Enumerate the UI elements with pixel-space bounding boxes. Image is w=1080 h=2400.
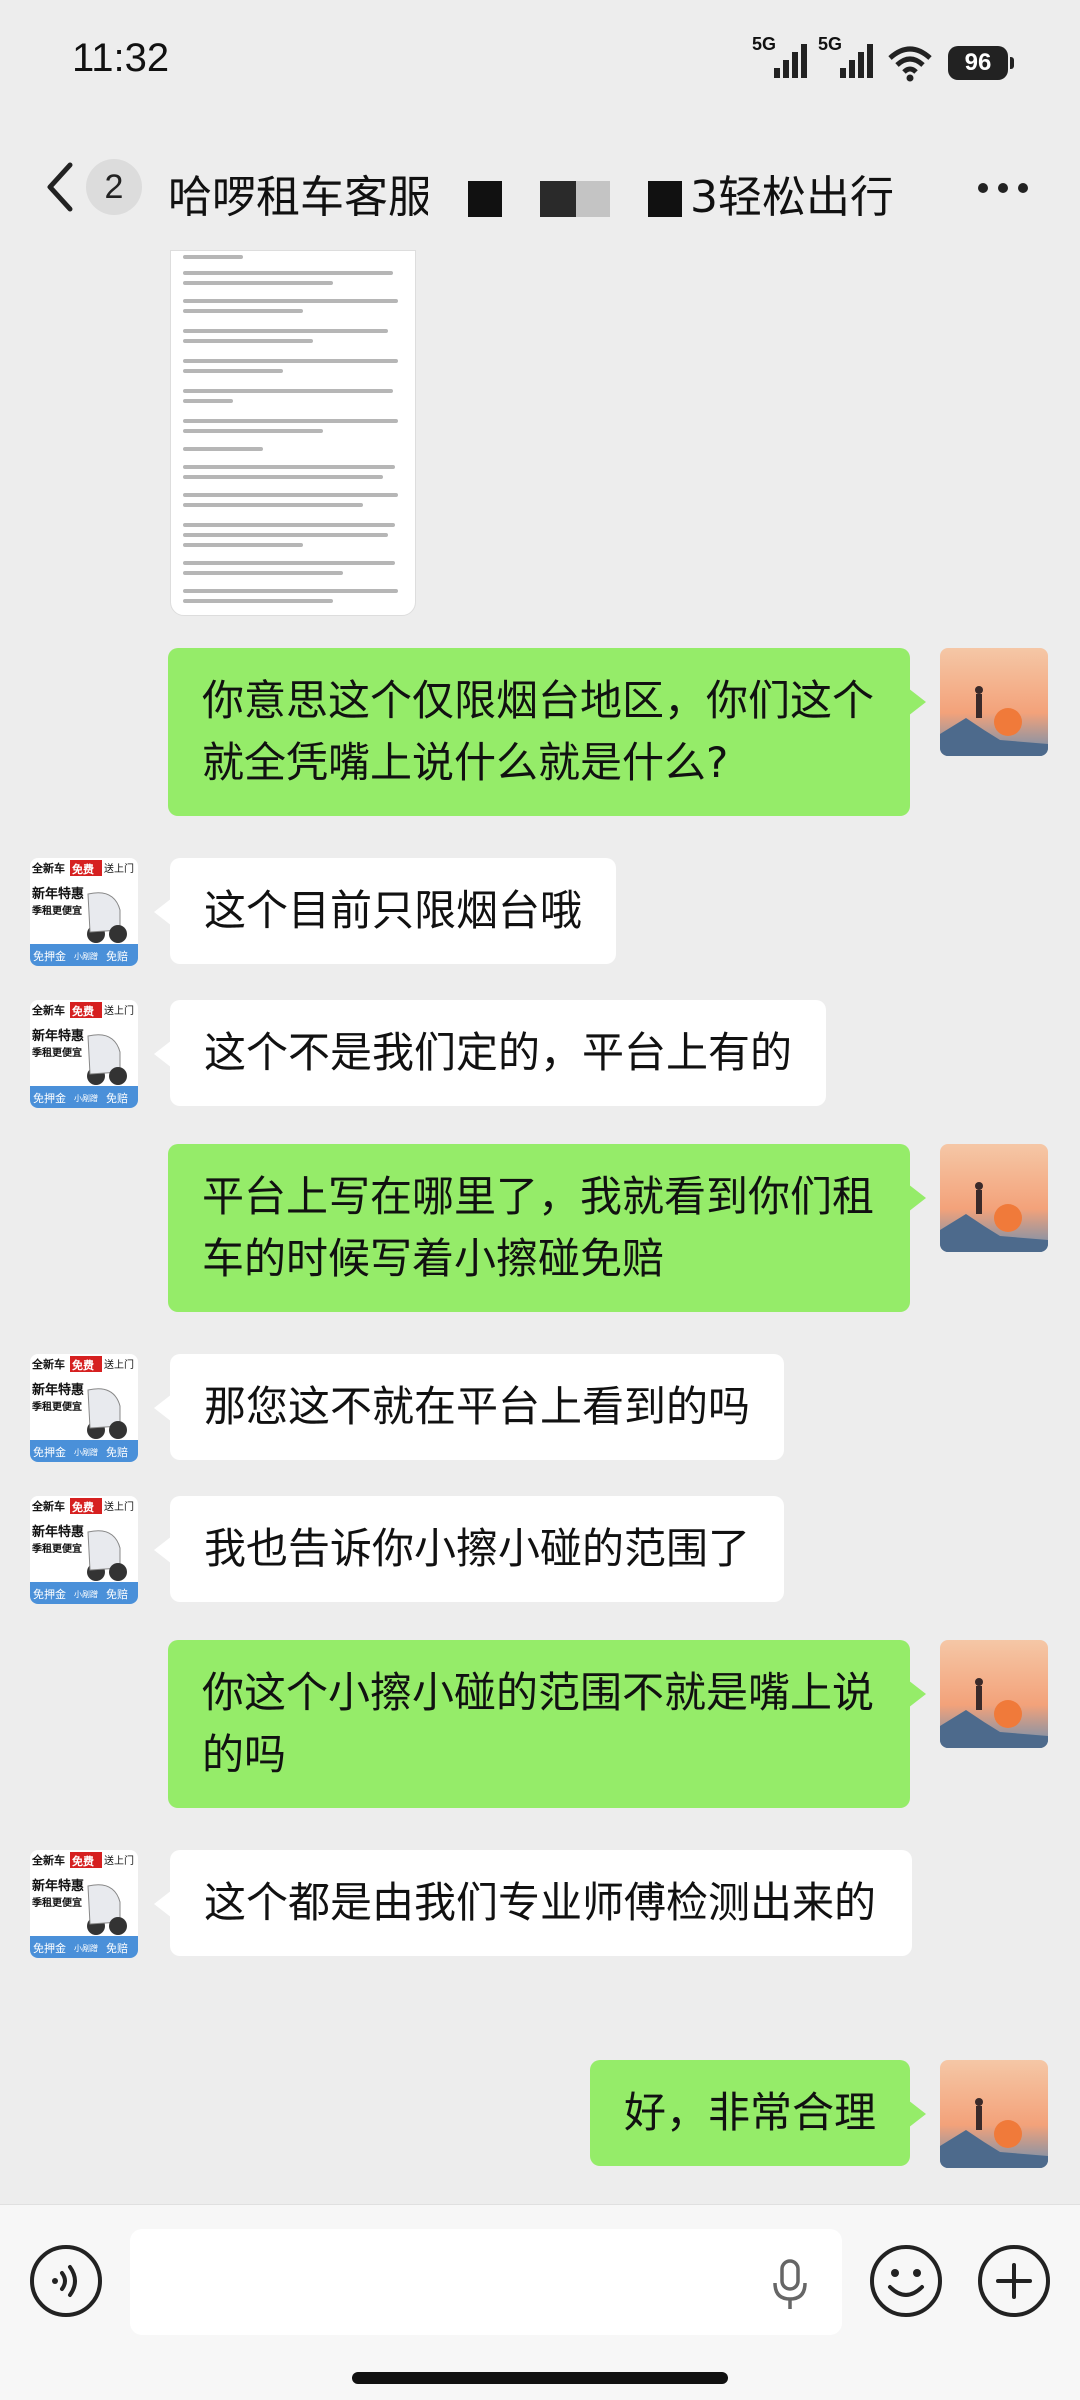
my-message-bubble[interactable]: 你意思这个仅限烟台地区，你们这个就全凭嘴上说什么就是什么? bbox=[168, 648, 926, 816]
home-indicator[interactable] bbox=[352, 2372, 728, 2384]
svg-text:新年特惠: 新年特惠 bbox=[32, 1524, 84, 1540]
svg-text:季租更便宜: 季租更便宜 bbox=[31, 1046, 82, 1059]
svg-text:免费: 免费 bbox=[72, 1004, 94, 1018]
service-avatar[interactable]: 全新车 免费 送上门 新年特惠 季租更便宜 免押金 小剐蹭 免赔 bbox=[30, 1496, 138, 1604]
service-avatar[interactable]: 全新车 免费 送上门 新年特惠 季租更便宜 免押金 小剐蹭 免赔 bbox=[30, 1354, 138, 1462]
my-message-bubble[interactable]: 你这个小擦小碰的范围不就是嘴上说的吗 bbox=[168, 1640, 926, 1808]
their-message-bubble[interactable]: 这个都是由我们专业师傅检测出来的 bbox=[154, 1850, 912, 1956]
svg-text:季租更便宜: 季租更便宜 bbox=[31, 904, 82, 917]
svg-text:全新车: 全新车 bbox=[31, 861, 65, 875]
status-time: 11:32 bbox=[72, 36, 170, 80]
emoji-icon[interactable] bbox=[868, 2243, 944, 2319]
svg-text:免押金: 免押金 bbox=[33, 1941, 66, 1955]
svg-text:季租更便宜: 季租更便宜 bbox=[31, 1400, 82, 1413]
my-avatar[interactable] bbox=[940, 1640, 1048, 1748]
service-avatar[interactable]: 全新车 免费 送上门 新年特惠 季租更便宜 免押金 小剐蹭 免赔 bbox=[30, 858, 138, 966]
svg-text:季租更便宜: 季租更便宜 bbox=[31, 1896, 82, 1909]
wifi-icon bbox=[888, 46, 932, 82]
input-bar bbox=[0, 2204, 1080, 2400]
svg-text:免赔: 免赔 bbox=[106, 1091, 128, 1105]
my-avatar[interactable] bbox=[940, 648, 1048, 756]
svg-text:小剐蹭: 小剐蹭 bbox=[74, 1447, 98, 1457]
svg-text:免押金: 免押金 bbox=[33, 1091, 66, 1105]
svg-text:新年特惠: 新年特惠 bbox=[32, 1028, 84, 1044]
svg-text:季租更便宜: 季租更便宜 bbox=[31, 1542, 82, 1555]
my-message-bubble[interactable]: 好，非常合理 bbox=[589, 2060, 927, 2166]
svg-text:全新车: 全新车 bbox=[31, 1357, 65, 1371]
svg-text:免费: 免费 bbox=[72, 1854, 94, 1868]
voice-toggle-icon[interactable] bbox=[28, 2243, 104, 2319]
svg-text:送上门: 送上门 bbox=[104, 1004, 134, 1017]
their-message-bubble[interactable]: 这个不是我们定的，平台上有的 bbox=[153, 1000, 827, 1106]
svg-text:小剐蹭: 小剐蹭 bbox=[74, 951, 98, 961]
chat-header: 2 哈啰租车客服 3轻松出行 bbox=[0, 125, 1080, 250]
plus-icon[interactable] bbox=[976, 2243, 1052, 2319]
svg-text:免赔: 免赔 bbox=[106, 1445, 128, 1459]
their-message-bubble[interactable]: 我也告诉你小擦小碰的范围了 bbox=[153, 1496, 785, 1602]
svg-text:全新车: 全新车 bbox=[31, 1003, 65, 1017]
redaction-mark bbox=[468, 181, 502, 217]
svg-text:全新车: 全新车 bbox=[31, 1853, 65, 1867]
svg-text:免费: 免费 bbox=[72, 1358, 94, 1372]
their-message-bubble[interactable]: 这个目前只限烟台哦 bbox=[153, 858, 617, 964]
microphone-icon[interactable] bbox=[770, 2257, 810, 2313]
redaction-mark bbox=[540, 181, 576, 217]
redaction-mark bbox=[648, 181, 682, 217]
more-options-icon[interactable] bbox=[978, 183, 1028, 195]
svg-text:免押金: 免押金 bbox=[33, 949, 66, 963]
status-bar: 11:32 5G 5G 96 bbox=[0, 0, 1080, 125]
unread-count-badge[interactable]: 2 bbox=[86, 159, 142, 215]
battery-indicator: 96 bbox=[948, 46, 1014, 80]
service-avatar[interactable]: 全新车 免费 送上门 新年特惠 季租更便宜 免押金 小剐蹭 免赔 bbox=[30, 1850, 138, 1958]
their-message-bubble[interactable]: 那您这不就在平台上看到的吗 bbox=[153, 1354, 785, 1460]
service-avatar[interactable]: 全新车 免费 送上门 新年特惠 季租更便宜 免押金 小剐蹭 免赔 bbox=[30, 1000, 138, 1108]
svg-text:免费: 免费 bbox=[72, 862, 94, 876]
message-input[interactable] bbox=[130, 2229, 842, 2335]
my-avatar[interactable] bbox=[940, 1144, 1048, 1252]
svg-text:免费: 免费 bbox=[72, 1500, 94, 1514]
svg-text:新年特惠: 新年特惠 bbox=[32, 1382, 84, 1398]
svg-text:小剐蹭: 小剐蹭 bbox=[74, 1589, 98, 1599]
back-arrow-icon[interactable] bbox=[40, 159, 84, 215]
chat-title-left: 哈啰租车客服 bbox=[168, 172, 428, 223]
redaction-mark bbox=[576, 181, 610, 217]
svg-text:新年特惠: 新年特惠 bbox=[32, 886, 84, 902]
svg-text:送上门: 送上门 bbox=[104, 1358, 134, 1371]
svg-text:全新车: 全新车 bbox=[31, 1499, 65, 1513]
svg-text:新年特惠: 新年特惠 bbox=[32, 1878, 84, 1894]
chat-title-right: 3轻松出行 bbox=[690, 172, 894, 223]
svg-text:送上门: 送上门 bbox=[104, 1854, 134, 1867]
svg-text:小剐蹭: 小剐蹭 bbox=[74, 1093, 98, 1103]
my-avatar[interactable] bbox=[940, 2060, 1048, 2168]
my-message-bubble[interactable]: 平台上写在哪里了，我就看到你们租车的时候写着小擦碰免赔 bbox=[168, 1144, 926, 1312]
svg-text:免押金: 免押金 bbox=[33, 1445, 66, 1459]
svg-text:小剐蹭: 小剐蹭 bbox=[74, 1943, 98, 1953]
svg-text:免赔: 免赔 bbox=[106, 949, 128, 963]
svg-text:送上门: 送上门 bbox=[104, 862, 134, 875]
svg-text:送上门: 送上门 bbox=[104, 1500, 134, 1513]
svg-text:免押金: 免押金 bbox=[33, 1587, 66, 1601]
document-image-message[interactable] bbox=[170, 250, 416, 616]
svg-text:免赔: 免赔 bbox=[106, 1587, 128, 1601]
svg-text:免赔: 免赔 bbox=[106, 1941, 128, 1955]
